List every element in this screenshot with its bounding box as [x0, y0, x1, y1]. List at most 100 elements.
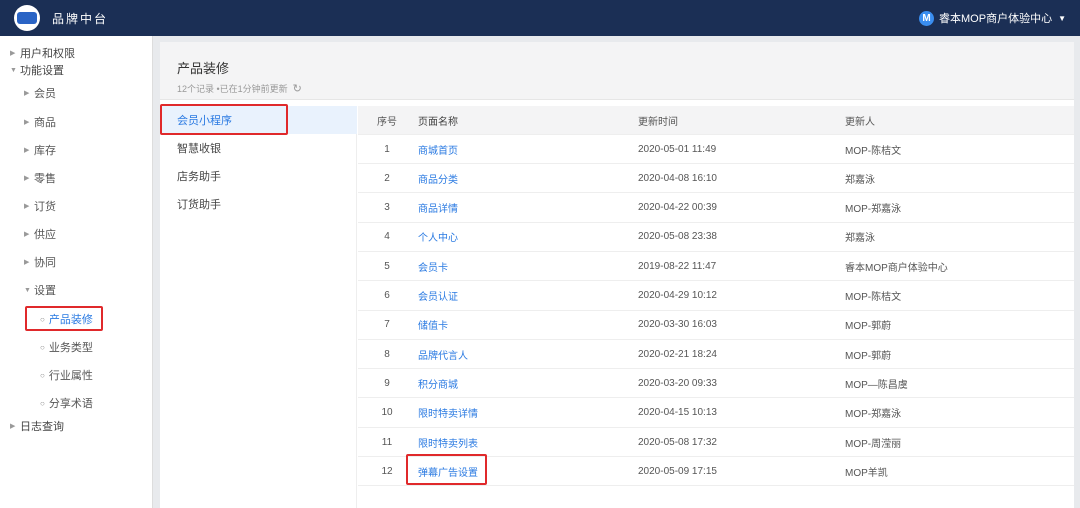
- bullet-icon: ○: [40, 342, 45, 352]
- table-row: 9 积分商城 2020-03-20 09:33 MOP—陈昌虞: [358, 369, 1074, 399]
- update-time: 2020-04-15 10:13: [638, 407, 717, 419]
- main-panel: 产品装修 12个记录 •已在1分钟前更新 ↻ 会员小程序 智慧收银 店务助手 订…: [160, 42, 1074, 508]
- table-row: 5 会员卡 2019-08-22 11:47 睿本MOP商户体验中心: [358, 252, 1074, 282]
- table-row: 6 会员认证 2020-04-29 10:12 MOP-陈桔文: [358, 282, 1074, 311]
- sidebar-item-industry-attributes[interactable]: ○ 行业属性: [40, 366, 93, 384]
- updated-by: MOP-陈桔文: [845, 145, 902, 157]
- header-update-time: 更新时间: [638, 116, 678, 128]
- sidebar-item-supply[interactable]: ▶ 供应: [24, 225, 56, 243]
- chevron-right-icon: ▶: [24, 259, 30, 266]
- sidebar-item-business-type[interactable]: ○ 业务类型: [40, 338, 93, 356]
- page-name-link[interactable]: 个人中心: [418, 229, 458, 244]
- table-header: 序号 页面名称 更新时间 更新人: [358, 106, 1074, 135]
- update-time: 2020-05-08 17:32: [638, 436, 717, 448]
- sidebar-item-users-permissions[interactable]: ▶ 用户和权限: [10, 44, 75, 62]
- page-name-link[interactable]: 会员卡: [418, 259, 448, 274]
- bullet-icon: ○: [40, 398, 45, 408]
- sidebar-item-log-query[interactable]: ▶ 日志查询: [10, 417, 64, 435]
- chevron-down-icon: ▼: [1058, 13, 1066, 23]
- header-updated-by: 更新人: [845, 116, 875, 128]
- page-name-link[interactable]: 限时特卖列表: [418, 435, 478, 450]
- page-name-link[interactable]: 储值卡: [418, 317, 448, 332]
- updated-by: MOP-郭蔚: [845, 321, 892, 333]
- page-name-link[interactable]: 积分商城: [418, 376, 458, 391]
- user-name: 睿本MOP商户体验中心: [939, 13, 1053, 25]
- app-title: 品牌中台: [52, 11, 109, 26]
- category-order-assistant[interactable]: 订货助手: [160, 190, 357, 218]
- row-index: 10: [381, 407, 393, 419]
- category-list: 会员小程序 智慧收银 店务助手 订货助手: [160, 106, 357, 508]
- page-name-link[interactable]: 商品详情: [418, 200, 458, 215]
- highlight-box-sidebar: [25, 306, 103, 331]
- update-time: 2020-03-30 16:03: [638, 319, 717, 331]
- update-time: 2020-04-08 16:10: [638, 172, 717, 184]
- table-row: 8 品牌代言人 2020-02-21 18:24 MOP-郭蔚: [358, 340, 1074, 370]
- update-time: 2020-04-22 00:39: [638, 202, 717, 214]
- brand-logo[interactable]: [14, 5, 40, 31]
- category-smart-cashier[interactable]: 智慧收银: [160, 134, 357, 162]
- chevron-right-icon: ▶: [24, 231, 30, 238]
- update-time: 2020-05-09 17:15: [638, 465, 717, 477]
- user-menu[interactable]: M 睿本MOP商户体验中心 ▼: [919, 0, 1066, 36]
- row-index: 9: [384, 377, 390, 389]
- header-page-name: 页面名称: [418, 116, 458, 128]
- chevron-right-icon: ▶: [24, 203, 30, 210]
- updated-by: MOP-陈桔文: [845, 292, 902, 303]
- updated-by: MOP—陈昌虞: [845, 379, 908, 391]
- updated-by: 郑嘉泳: [845, 233, 875, 245]
- page-name-link[interactable]: 会员认证: [418, 288, 458, 303]
- updated-by: 郑嘉泳: [845, 174, 875, 186]
- sidebar-item-retail[interactable]: ▶ 零售: [24, 169, 56, 187]
- refresh-icon[interactable]: ↻: [293, 82, 302, 95]
- sidebar-item-ordering[interactable]: ▶ 订货: [24, 197, 56, 215]
- chevron-right-icon: ▶: [10, 423, 16, 430]
- updated-by: MOP-周滢丽: [845, 438, 902, 450]
- row-index: 3: [384, 202, 390, 214]
- row-index: 4: [384, 231, 390, 243]
- table-row: 3 商品详情 2020-04-22 00:39 MOP-郑嘉泳: [358, 194, 1074, 223]
- page-name-link[interactable]: 商城首页: [418, 142, 458, 157]
- sidebar-item-settings[interactable]: ▼ 设置: [24, 281, 56, 299]
- chevron-right-icon: ▶: [24, 147, 30, 154]
- category-store-assistant[interactable]: 店务助手: [160, 162, 357, 190]
- sidebar-item-member[interactable]: ▶ 会员: [24, 84, 56, 102]
- updated-by: MOP羊凯: [845, 467, 888, 479]
- table-row: 10 限时特卖详情 2020-04-15 10:13 MOP-郑嘉泳: [358, 399, 1074, 428]
- page-header: 产品装修 12个记录 •已在1分钟前更新 ↻: [160, 42, 1074, 100]
- table-row: 1 商城首页 2020-05-01 11:49 MOP-陈桔文: [358, 135, 1074, 164]
- user-avatar-icon: M: [919, 10, 935, 26]
- table-row: 11 限时特卖列表 2020-05-08 17:32 MOP-周滢丽: [358, 428, 1074, 457]
- sidebar: ▶ 用户和权限 ▼ 功能设置 ▶ 会员 ▶ 商品 ▶ 库存 ▶ 零售 ▶ 订货 ▶ 供应 ▶ 协同…: [0, 36, 153, 508]
- page-name-link[interactable]: 品牌代言人: [418, 347, 468, 362]
- bullet-icon: ○: [40, 370, 45, 380]
- chevron-right-icon: ▶: [24, 119, 30, 126]
- update-time: 2020-03-20 09:33: [638, 377, 717, 389]
- sidebar-item-inventory[interactable]: ▶ 库存: [24, 141, 56, 159]
- sidebar-item-share-terms[interactable]: ○ 分享术语: [40, 394, 93, 412]
- row-index: 2: [384, 172, 390, 184]
- updated-by: 睿本MOP商户体验中心: [845, 262, 948, 274]
- chevron-right-icon: ▶: [24, 90, 30, 97]
- page-name-link[interactable]: 商品分类: [418, 171, 458, 186]
- table-row: 2 商品分类 2020-04-08 16:10 郑嘉泳: [358, 164, 1074, 194]
- record-info: 12个记录 •已在1分钟前更新 ↻: [177, 82, 302, 95]
- row-index: 8: [384, 348, 390, 360]
- sidebar-item-function-settings[interactable]: ▼ 功能设置: [10, 61, 64, 79]
- sidebar-item-collaboration[interactable]: ▶ 协同: [24, 253, 56, 271]
- top-bar: 品牌中台 M 睿本MOP商户体验中心 ▼: [0, 0, 1080, 36]
- row-index: 1: [384, 143, 390, 155]
- row-index: 12: [381, 465, 393, 477]
- update-time: 2020-04-29 10:12: [638, 290, 717, 301]
- row-index: 5: [384, 260, 390, 272]
- page-name-link[interactable]: 限时特卖详情: [418, 405, 478, 420]
- chevron-right-icon: ▶: [10, 50, 16, 57]
- row-index: 7: [384, 319, 390, 331]
- record-info-text: 12个记录 •已在1分钟前更新: [177, 84, 288, 94]
- table-row: 4 个人中心 2020-05-08 23:38 郑嘉泳: [358, 223, 1074, 252]
- update-time: 2020-05-01 11:49: [638, 143, 717, 155]
- sidebar-item-goods[interactable]: ▶ 商品: [24, 113, 56, 131]
- row-index: 6: [384, 290, 390, 301]
- chevron-down-icon: ▼: [24, 286, 31, 294]
- header-index: 序号: [377, 116, 397, 128]
- update-time: 2019-08-22 11:47: [638, 260, 717, 272]
